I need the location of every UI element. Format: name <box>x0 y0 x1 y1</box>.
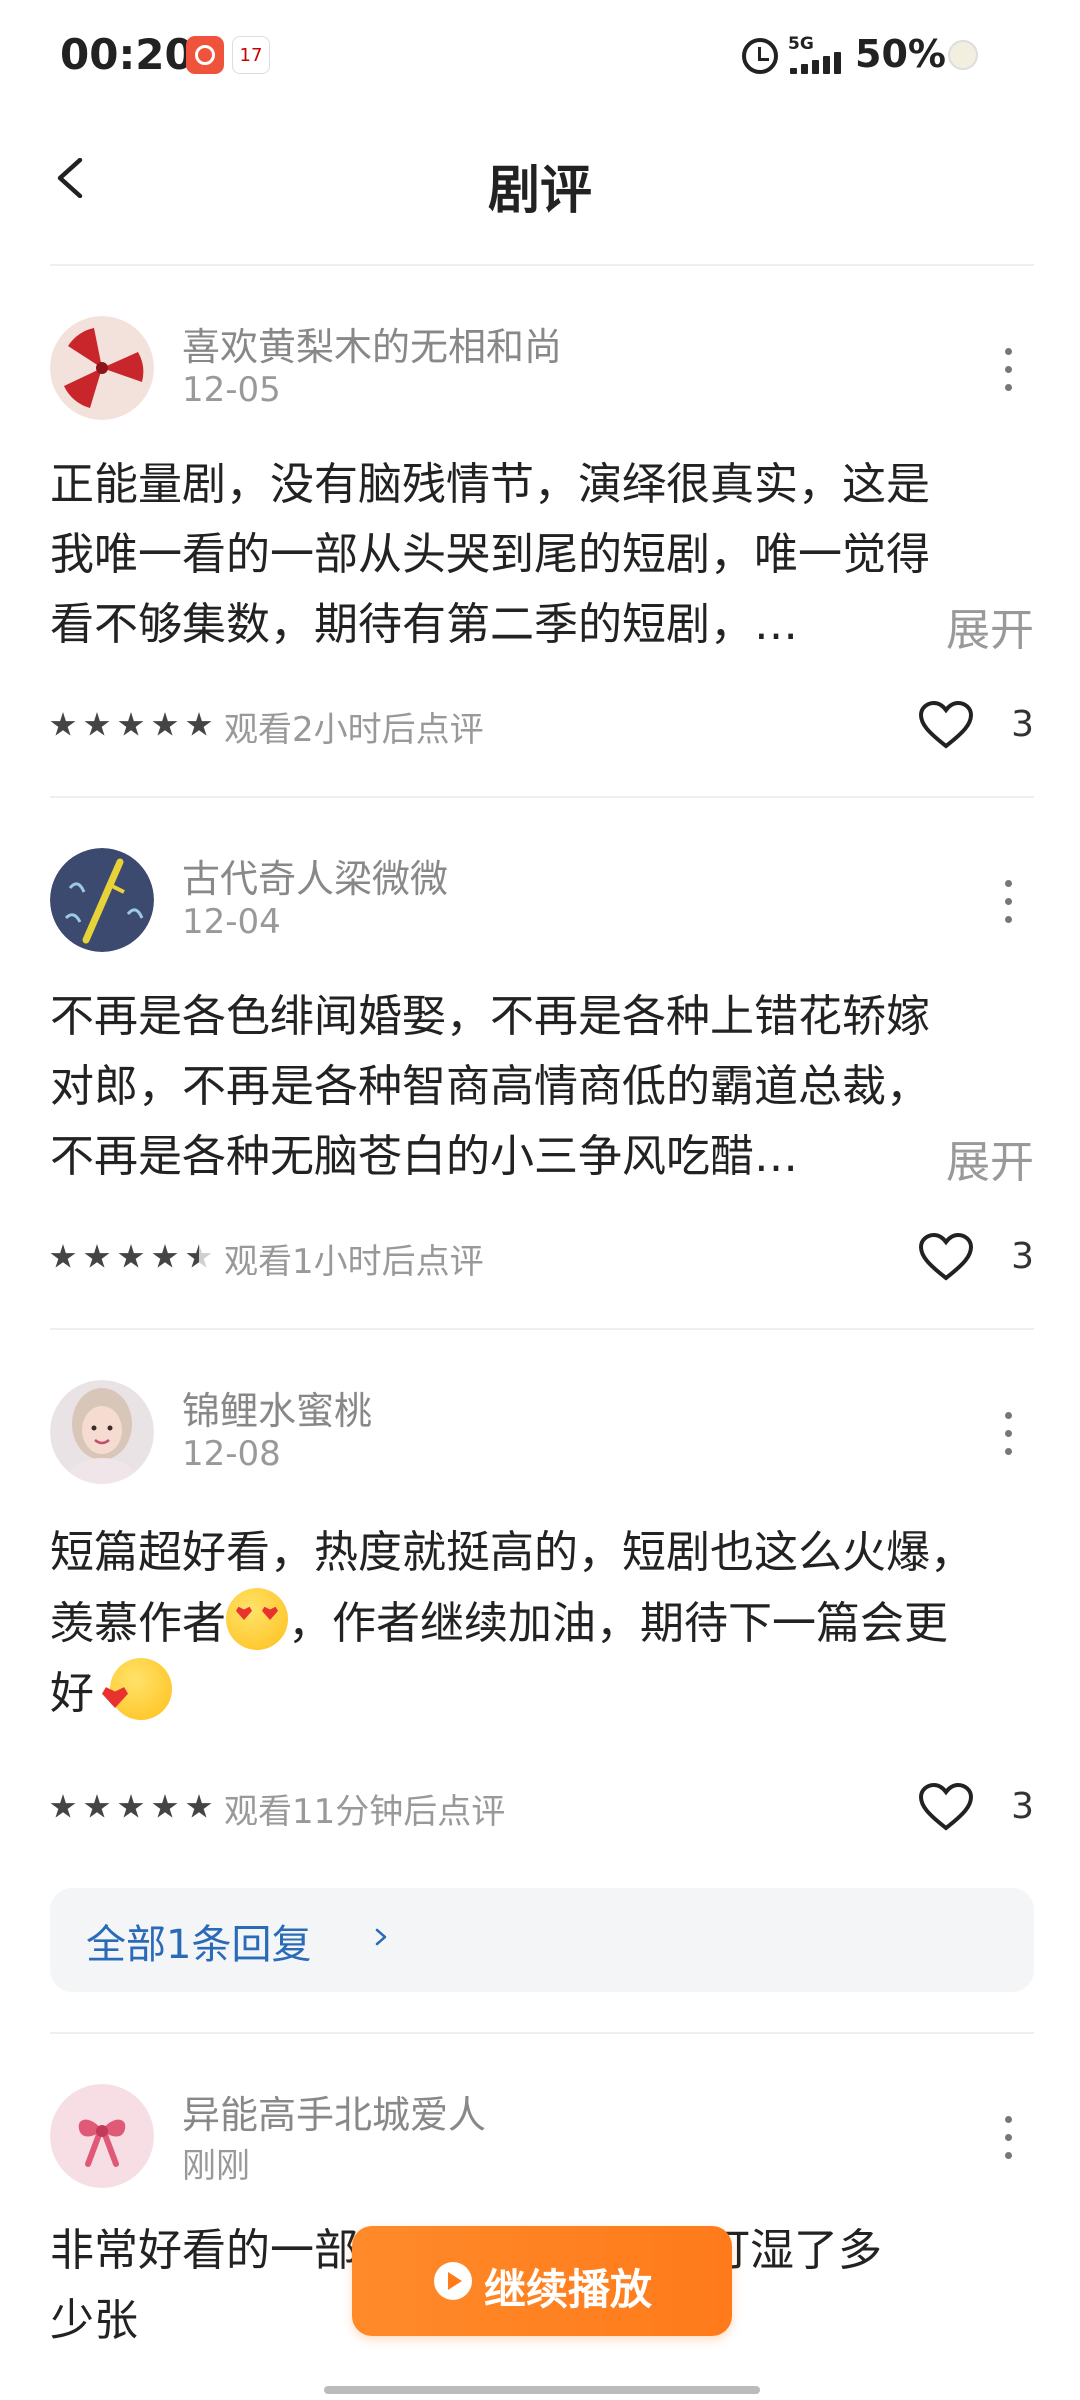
battery-level: 50% <box>855 32 946 76</box>
star-icon <box>50 1244 76 1268</box>
status-time: 00:20 <box>60 30 194 79</box>
more-options-icon[interactable] <box>1002 2114 1014 2162</box>
star-icon <box>186 712 212 736</box>
star-icon <box>152 1794 178 1818</box>
app-notification-icon <box>186 36 224 74</box>
star-icon <box>50 1794 76 1818</box>
more-options-icon[interactable] <box>1002 878 1014 926</box>
expand-button[interactable]: 展开 <box>946 1126 1034 1190</box>
star-icon <box>118 712 144 736</box>
heart-icon[interactable] <box>918 700 974 750</box>
review-text-line: 不再是各种无脑苍白的小三争风吃醋… <box>50 1131 798 1182</box>
rating-note: 观看1小时后点评 <box>224 1242 484 1282</box>
reviews-page: 00:20 17 5G 50% 剧评 喜欢黄梨木的无相和尚 12-05 正能量剧… <box>0 0 1080 2400</box>
star-icon <box>152 1244 178 1268</box>
review-text[interactable]: 不再是各色绯闻婚娶，不再是各种上错花轿嫁 对郎，不再是各种智商高情商低的霸道总裁… <box>50 982 1034 1192</box>
star-icon <box>50 712 76 736</box>
continue-playing-button[interactable]: 继续播放 <box>352 2226 732 2336</box>
review-text-line: 短篇超好看，热度就挺高的，短剧也这么火爆， <box>50 1527 974 1578</box>
star-icon <box>84 1794 110 1818</box>
view-replies-button[interactable]: 全部1条回复 <box>50 1888 1034 1992</box>
header-divider <box>50 264 1034 266</box>
network-type: 5G <box>788 34 814 54</box>
username[interactable]: 锦鲤水蜜桃 <box>182 1380 372 1435</box>
review-text[interactable]: 短篇超好看，热度就挺高的，短剧也这么火爆， 羡慕作者 ，作者继续加油，期待下一篇会… <box>50 1518 1034 1728</box>
review-date: 12-05 <box>182 370 281 410</box>
home-indicator[interactable] <box>324 2386 760 2394</box>
review-date: 刚刚 <box>182 2146 250 2186</box>
avatar[interactable] <box>50 316 154 420</box>
more-options-icon[interactable] <box>1002 1410 1014 1458</box>
review-text-line: 好 <box>50 1658 1034 1728</box>
expand-button[interactable]: 展开 <box>946 594 1034 658</box>
review-divider <box>50 1328 1034 1330</box>
star-icon <box>152 712 178 736</box>
star-rating <box>50 712 220 740</box>
review-date: 12-08 <box>182 1434 281 1474</box>
like-count: 3 <box>1011 704 1034 745</box>
heart-icon[interactable] <box>918 1782 974 1832</box>
avatar[interactable] <box>50 848 154 952</box>
signal-icon <box>790 52 842 74</box>
review-text-line: 羡慕作者 ，作者继续加油，期待下一篇会更 <box>50 1588 1034 1658</box>
battery-icon <box>948 40 978 70</box>
star-rating <box>50 1794 220 1822</box>
review-divider <box>50 796 1034 798</box>
chevron-right-icon <box>375 1928 387 1946</box>
username[interactable]: 异能高手北城爱人 <box>182 2084 486 2139</box>
review-date: 12-04 <box>182 902 281 942</box>
avatar[interactable] <box>50 2084 154 2188</box>
status-bar: 00:20 17 5G 50% <box>0 0 1080 110</box>
star-icon <box>118 1244 144 1268</box>
review-divider <box>50 2032 1034 2034</box>
heart-eyes-emoji-icon <box>226 1588 288 1650</box>
review-text-line: 不再是各色绯闻婚娶，不再是各种上错花轿嫁 <box>50 991 930 1042</box>
kiss-emoji-icon <box>110 1658 172 1720</box>
avatar[interactable] <box>50 1380 154 1484</box>
more-options-icon[interactable] <box>1002 346 1014 394</box>
heart-icon[interactable] <box>918 1232 974 1282</box>
calendar-icon: 17 <box>232 36 270 74</box>
half-star-icon <box>186 1244 212 1268</box>
like-count: 3 <box>1011 1786 1034 1827</box>
continue-playing-label: 继续播放 <box>484 2265 653 2314</box>
replies-label: 全部1条回复 <box>86 1922 312 1968</box>
rating-note: 观看11分钟后点评 <box>224 1792 506 1832</box>
username[interactable]: 古代奇人梁微微 <box>182 848 448 903</box>
review-text-line: 看不够集数，期待有第二季的短剧，… <box>50 599 798 650</box>
review-text-line: 正能量剧，没有脑残情节，演绎很真实，这是 <box>50 459 930 510</box>
review-text-line: 我唯一看的一部从头哭到尾的短剧，唯一觉得 <box>50 529 930 580</box>
star-icon <box>84 712 110 736</box>
star-rating <box>50 1244 220 1272</box>
play-icon <box>434 2262 472 2300</box>
page-title: 剧评 <box>487 161 592 221</box>
rating-note: 观看2小时后点评 <box>224 710 484 750</box>
star-icon <box>84 1244 110 1268</box>
username[interactable]: 喜欢黄梨木的无相和尚 <box>182 316 562 371</box>
star-icon <box>118 1794 144 1818</box>
like-count: 3 <box>1011 1236 1034 1277</box>
review-text-line: 对郎，不再是各种智商高情商低的霸道总裁， <box>50 1061 930 1112</box>
alarm-icon <box>742 38 778 74</box>
star-icon <box>186 1794 212 1818</box>
review-text[interactable]: 正能量剧，没有脑残情节，演绎很真实，这是 我唯一看的一部从头哭到尾的短剧，唯一觉… <box>50 450 1034 660</box>
